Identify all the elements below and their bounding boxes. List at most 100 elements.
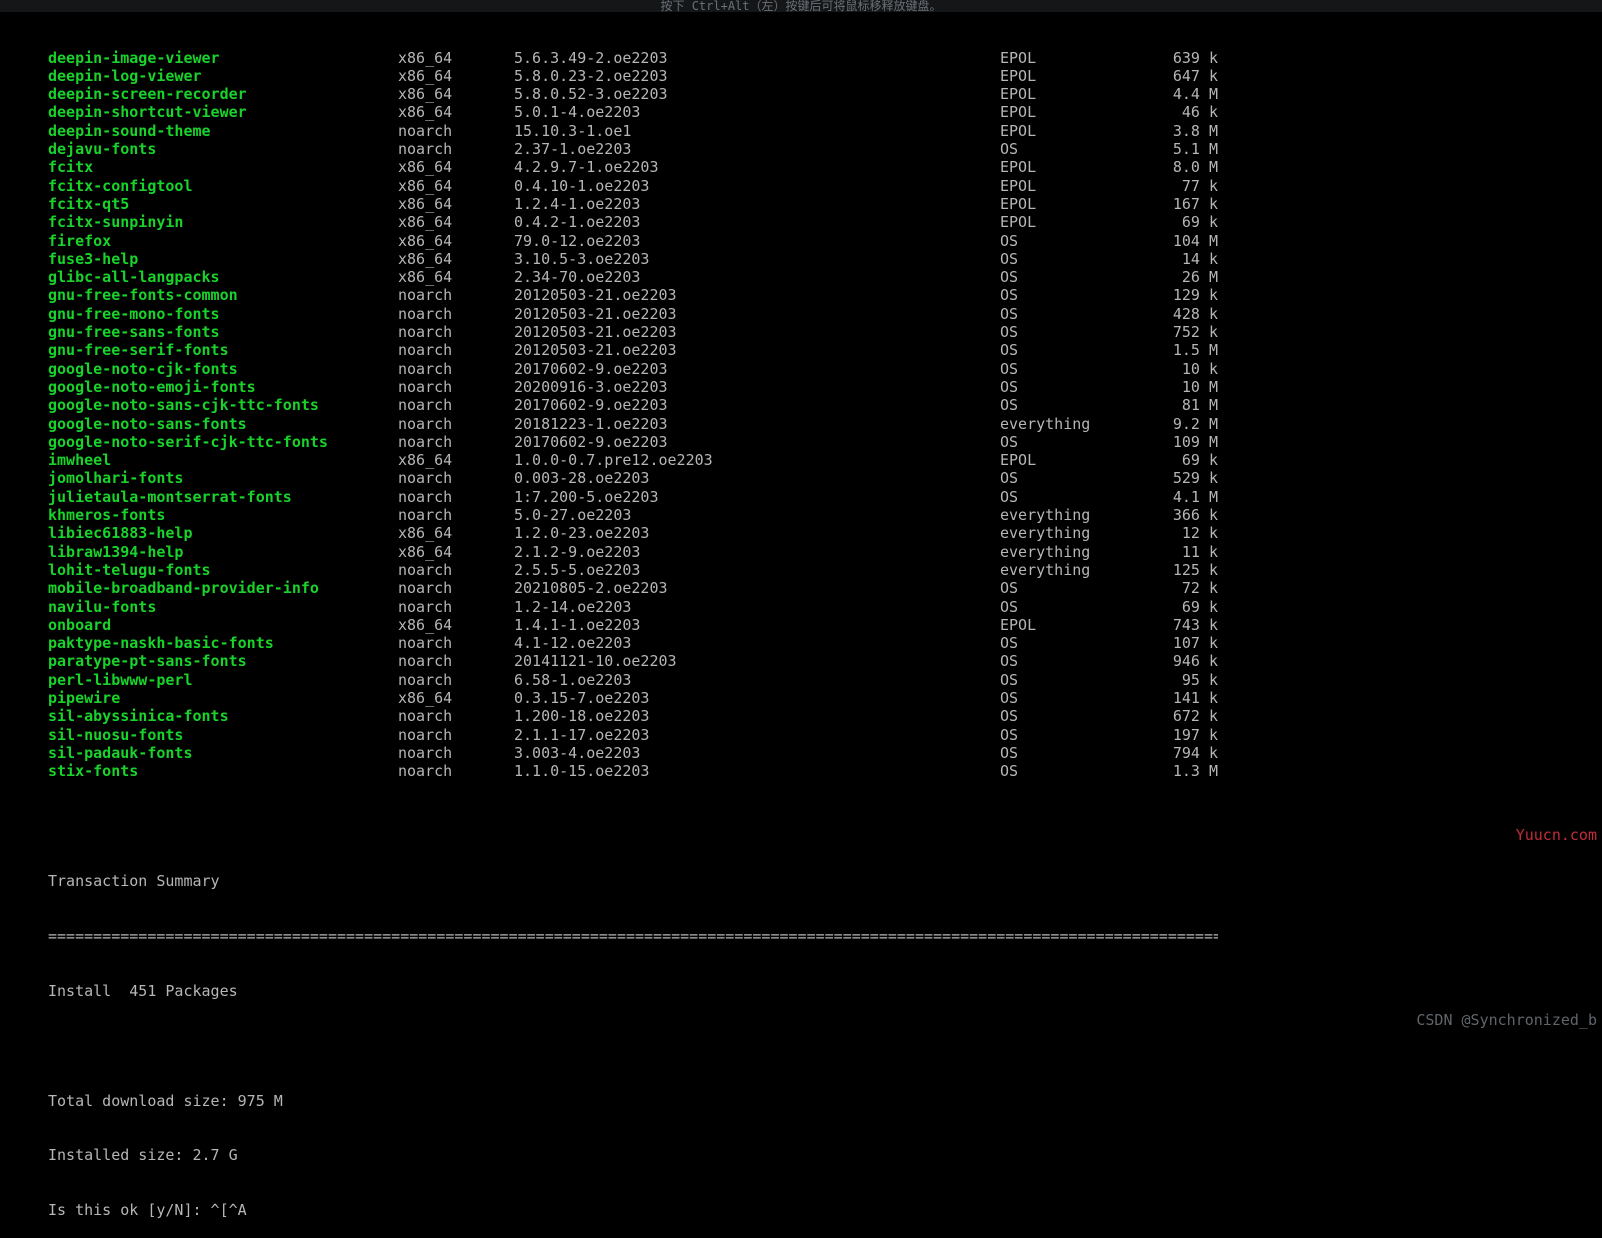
pkg-repo: OS	[1000, 689, 1130, 707]
separator-line: ========================================…	[48, 927, 1218, 945]
pkg-name: paktype-naskh-basic-fonts	[48, 634, 398, 652]
pkg-name: perl-libwww-perl	[48, 671, 398, 689]
package-row: fcitx-sunpinyinx86_640.4.2-1.oe2203EPOL6…	[48, 213, 1218, 231]
pkg-name: gnu-free-serif-fonts	[48, 341, 398, 359]
pkg-name: firefox	[48, 232, 398, 250]
pkg-ver: 4.2.9.7-1.oe2203	[514, 158, 1000, 176]
pkg-arch: noarch	[398, 707, 514, 725]
package-row: firefoxx86_6479.0-12.oe2203OS104 M	[48, 232, 1218, 250]
pkg-name: gnu-free-sans-fonts	[48, 323, 398, 341]
pkg-repo: OS	[1000, 634, 1130, 652]
pkg-ver: 20120503-21.oe2203	[514, 286, 1000, 304]
pkg-ver: 2.37-1.oe2203	[514, 140, 1000, 158]
pkg-ver: 1.4.1-1.oe2203	[514, 616, 1000, 634]
pkg-arch: noarch	[398, 360, 514, 378]
pkg-ver: 0.003-28.oe2203	[514, 469, 1000, 487]
installed-size-line: Installed size: 2.7 G	[48, 1146, 1218, 1164]
pkg-repo: EPOL	[1000, 451, 1130, 469]
pkg-ver: 20141121-10.oe2203	[514, 652, 1000, 670]
pkg-name: mobile-broadband-provider-info	[48, 579, 398, 597]
pkg-arch: x86_64	[398, 689, 514, 707]
package-row: paktype-naskh-basic-fontsnoarch4.1-12.oe…	[48, 634, 1218, 652]
pkg-name: navilu-fonts	[48, 598, 398, 616]
pkg-name: fcitx	[48, 158, 398, 176]
pkg-size: 10 k	[1130, 360, 1218, 378]
pkg-name: google-noto-serif-cjk-ttc-fonts	[48, 433, 398, 451]
pkg-repo: OS	[1000, 433, 1130, 451]
pkg-ver: 2.34-70.oe2203	[514, 268, 1000, 286]
pkg-arch: noarch	[398, 122, 514, 140]
pkg-name: glibc-all-langpacks	[48, 268, 398, 286]
pkg-ver: 1.0.0-0.7.pre12.oe2203	[514, 451, 1000, 469]
pkg-repo: everything	[1000, 415, 1130, 433]
pkg-repo: OS	[1000, 598, 1130, 616]
confirm-prompt[interactable]: Is this ok [y/N]: ^[^A	[48, 1201, 1218, 1219]
pkg-ver: 5.8.0.52-3.oe2203	[514, 85, 1000, 103]
pkg-name: libraw1394-help	[48, 543, 398, 561]
package-row: imwheelx86_641.0.0-0.7.pre12.oe2203EPOL6…	[48, 451, 1218, 469]
package-row: gnu-free-fonts-commonnoarch20120503-21.o…	[48, 286, 1218, 304]
pkg-repo: OS	[1000, 378, 1130, 396]
pkg-arch: x86_64	[398, 67, 514, 85]
pkg-size: 1.3 M	[1130, 762, 1218, 780]
pkg-size: 81 M	[1130, 396, 1218, 414]
package-row: onboardx86_641.4.1-1.oe2203EPOL743 k	[48, 616, 1218, 634]
pkg-ver: 0.4.10-1.oe2203	[514, 177, 1000, 195]
pkg-size: 69 k	[1130, 598, 1218, 616]
pkg-repo: OS	[1000, 341, 1130, 359]
package-row: fcitxx86_644.2.9.7-1.oe2203EPOL8.0 M	[48, 158, 1218, 176]
pkg-repo: OS	[1000, 396, 1130, 414]
pkg-name: deepin-sound-theme	[48, 122, 398, 140]
pkg-name: fcitx-sunpinyin	[48, 213, 398, 231]
pkg-size: 4.4 M	[1130, 85, 1218, 103]
pkg-arch: noarch	[398, 469, 514, 487]
package-row: deepin-sound-themenoarch15.10.3-1.oe1EPO…	[48, 122, 1218, 140]
package-row: libiec61883-helpx86_641.2.0-23.oe2203eve…	[48, 524, 1218, 542]
pkg-arch: noarch	[398, 671, 514, 689]
package-row: deepin-image-viewerx86_645.6.3.49-2.oe22…	[48, 49, 1218, 67]
pkg-name: fuse3-help	[48, 250, 398, 268]
pkg-name: gnu-free-fonts-common	[48, 286, 398, 304]
pkg-ver: 4.1-12.oe2203	[514, 634, 1000, 652]
pkg-name: deepin-image-viewer	[48, 49, 398, 67]
pkg-name: google-noto-sans-fonts	[48, 415, 398, 433]
pkg-size: 743 k	[1130, 616, 1218, 634]
download-size-line: Total download size: 975 M	[48, 1092, 1218, 1110]
pkg-arch: noarch	[398, 323, 514, 341]
package-row: deepin-shortcut-viewerx86_645.0.1-4.oe22…	[48, 103, 1218, 121]
pkg-ver: 3.003-4.oe2203	[514, 744, 1000, 762]
pkg-arch: noarch	[398, 579, 514, 597]
pkg-repo: everything	[1000, 506, 1130, 524]
pkg-size: 752 k	[1130, 323, 1218, 341]
pkg-ver: 20170602-9.oe2203	[514, 360, 1000, 378]
pkg-repo: EPOL	[1000, 85, 1130, 103]
pkg-ver: 20170602-9.oe2203	[514, 433, 1000, 451]
pkg-name: fcitx-configtool	[48, 177, 398, 195]
pkg-size: 8.0 M	[1130, 158, 1218, 176]
package-row: gnu-free-serif-fontsnoarch20120503-21.oe…	[48, 341, 1218, 359]
package-row: fuse3-helpx86_643.10.5-3.oe2203OS14 k	[48, 250, 1218, 268]
package-row: sil-nuosu-fontsnoarch2.1.1-17.oe2203OS19…	[48, 726, 1218, 744]
pkg-arch: x86_64	[398, 158, 514, 176]
pkg-arch: noarch	[398, 396, 514, 414]
transaction-summary-title: Transaction Summary	[48, 872, 1218, 890]
pkg-arch: noarch	[398, 744, 514, 762]
pkg-repo: OS	[1000, 726, 1130, 744]
pkg-size: 529 k	[1130, 469, 1218, 487]
pkg-ver: 5.0.1-4.oe2203	[514, 103, 1000, 121]
package-row: deepin-screen-recorderx86_645.8.0.52-3.o…	[48, 85, 1218, 103]
pkg-size: 26 M	[1130, 268, 1218, 286]
pkg-repo: EPOL	[1000, 122, 1130, 140]
pkg-arch: noarch	[398, 506, 514, 524]
pkg-repo: OS	[1000, 305, 1130, 323]
package-row: deepin-log-viewerx86_645.8.0.23-2.oe2203…	[48, 67, 1218, 85]
pkg-name: sil-nuosu-fonts	[48, 726, 398, 744]
terminal-output: deepin-image-viewerx86_645.6.3.49-2.oe22…	[48, 12, 1218, 1238]
pkg-ver: 5.0-27.oe2203	[514, 506, 1000, 524]
pkg-ver: 1.2-14.oe2203	[514, 598, 1000, 616]
pkg-repo: OS	[1000, 232, 1130, 250]
pkg-ver: 20210805-2.oe2203	[514, 579, 1000, 597]
pkg-arch: noarch	[398, 305, 514, 323]
package-row: google-noto-serif-cjk-ttc-fontsnoarch201…	[48, 433, 1218, 451]
pkg-size: 14 k	[1130, 250, 1218, 268]
